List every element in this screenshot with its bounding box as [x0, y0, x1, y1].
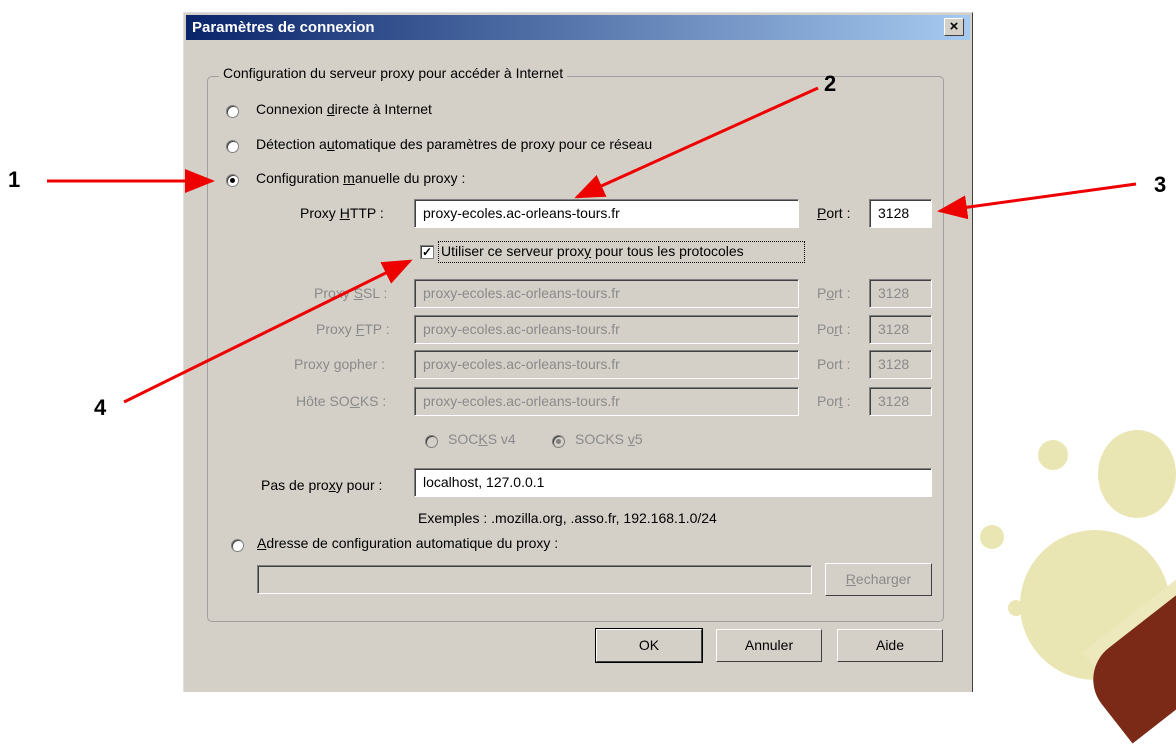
- annotation-label-4: 4: [94, 395, 107, 420]
- arrow-3: [937, 182, 1137, 220]
- annotation-label-3: 3: [1154, 172, 1167, 197]
- annotation-label-1: 1: [8, 167, 21, 192]
- arrow-2: [574, 86, 819, 199]
- annotation-arrows: [47, 86, 1137, 404]
- arrow-4: [123, 259, 413, 404]
- annotation-label-2: 2: [824, 71, 837, 96]
